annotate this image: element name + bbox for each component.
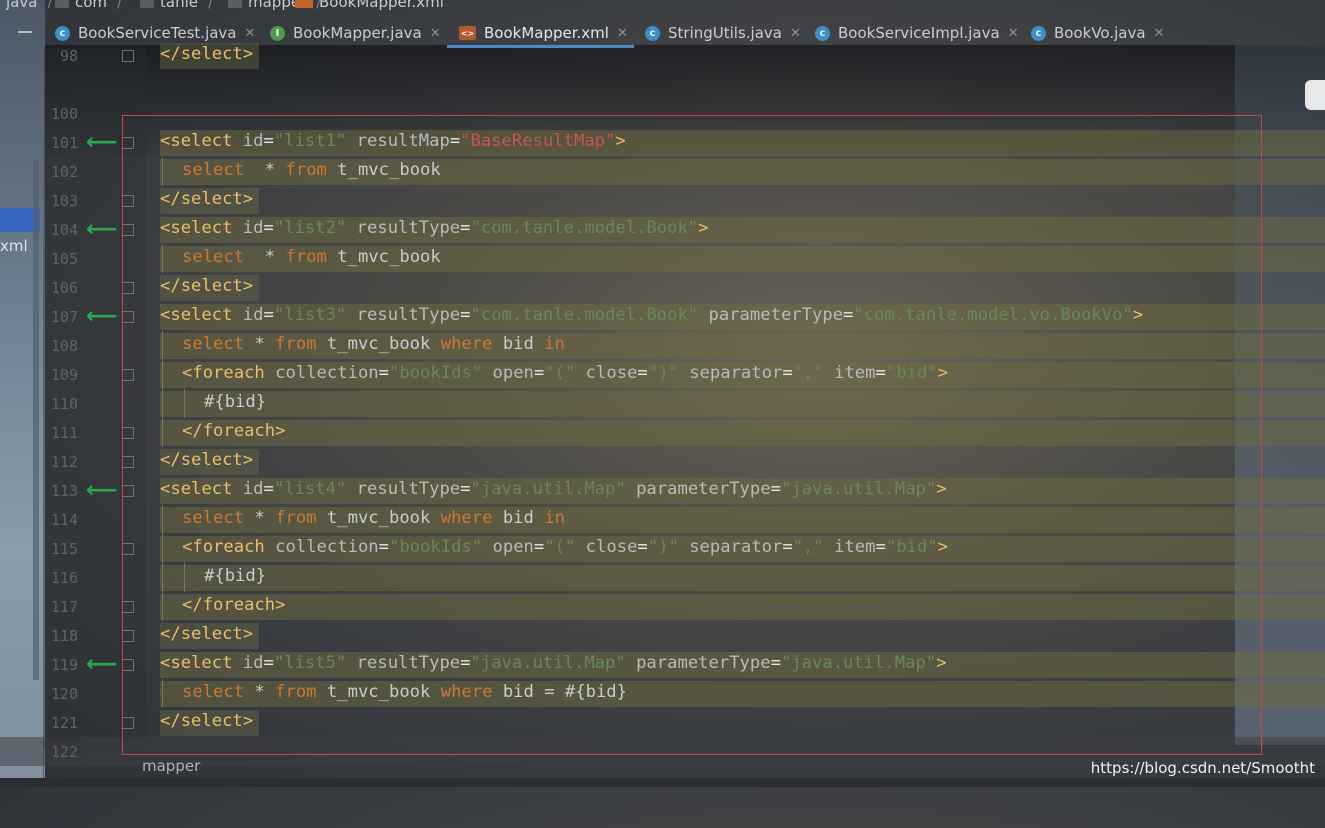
close-icon[interactable]: ✕: [1008, 26, 1019, 41]
folder-icon: [140, 0, 154, 8]
close-icon[interactable]: ✕: [1154, 26, 1165, 41]
breadcrumb-item[interactable]: BookMapper.xml: [295, 0, 444, 11]
selection-highlight-box: [122, 115, 1262, 755]
breadcrumb: java / com / tanle / mapper / BookMapper.xml: [0, 0, 1325, 12]
class-icon: c: [645, 25, 660, 41]
close-icon[interactable]: ✕: [617, 26, 628, 41]
folder-icon: [55, 0, 69, 8]
class-icon: c: [815, 25, 830, 41]
xml-file-icon: <>: [459, 26, 476, 40]
navigate-arrow-icon[interactable]: ⟵: [86, 304, 118, 329]
class-icon: c: [1031, 25, 1046, 41]
navigate-arrow-icon[interactable]: ⟵: [86, 130, 118, 155]
class-icon: c: [55, 25, 70, 41]
minimize-icon[interactable]: [18, 31, 32, 33]
breadcrumb-footer[interactable]: mapper: [142, 757, 200, 775]
xml-file-icon: [295, 0, 313, 8]
interface-icon: I: [270, 25, 285, 41]
code-line[interactable]: 98 </select>: [0, 41, 1325, 70]
close-icon[interactable]: ✕: [245, 26, 256, 41]
close-icon[interactable]: ✕: [430, 26, 441, 41]
breadcrumb-item[interactable]: tanle /: [140, 0, 213, 11]
folder-icon: [228, 0, 242, 8]
breadcrumb-item[interactable]: java /: [6, 0, 53, 11]
navigate-arrow-icon[interactable]: ⟵: [86, 478, 118, 503]
status-bar: [0, 778, 1325, 787]
navigate-arrow-icon[interactable]: ⟵: [86, 217, 118, 242]
fold-icon[interactable]: [122, 50, 134, 62]
close-icon[interactable]: ✕: [790, 26, 801, 41]
navigate-arrow-icon[interactable]: ⟵: [86, 652, 118, 677]
watermark: https://blog.csdn.net/Smootht: [1090, 759, 1315, 777]
breadcrumb-item[interactable]: com /: [55, 0, 122, 11]
